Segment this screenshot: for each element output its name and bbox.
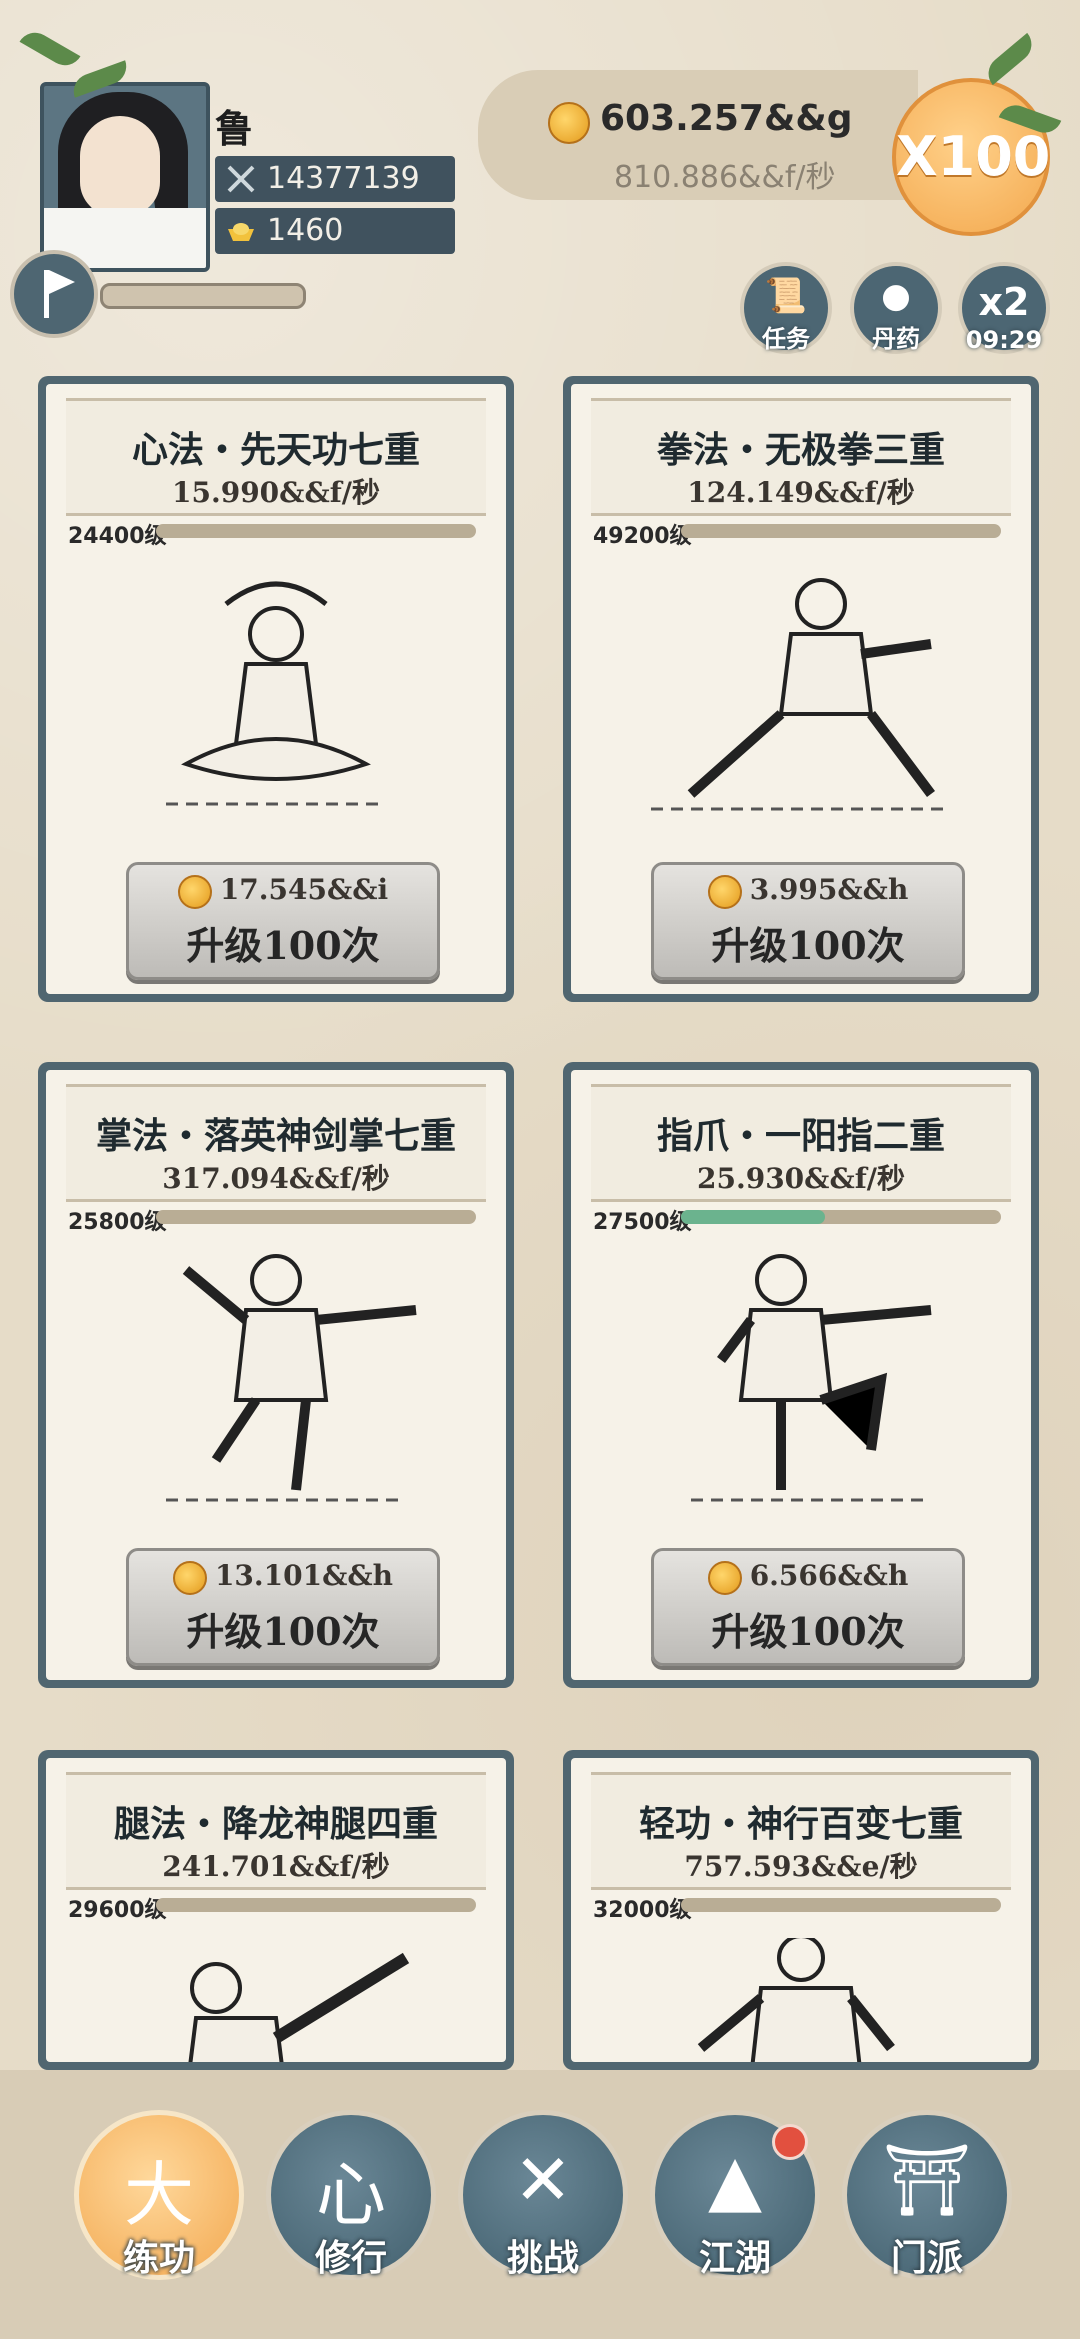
skill-rate: 757.593&&e/秒 bbox=[684, 1850, 918, 1883]
skill-level: 32000级 bbox=[593, 1898, 692, 1923]
level-progress-bar bbox=[681, 524, 1001, 538]
heart-calligraphy-icon: 心 bbox=[316, 2154, 386, 2236]
nav-label: 江湖 bbox=[698, 2237, 771, 2279]
task-button[interactable]: 📜 任务 bbox=[740, 262, 832, 354]
avatar[interactable] bbox=[40, 82, 210, 272]
pill-icon: ● bbox=[881, 276, 911, 316]
player-name: 鲁 bbox=[215, 106, 254, 151]
skill-card: 轻功・神行百变七重 757.593&&e/秒 32000级 bbox=[563, 1750, 1039, 2070]
fist-stance-figure-icon bbox=[651, 578, 951, 811]
crossed-swords-icon: ✕ bbox=[513, 2139, 573, 2221]
skill-title: 掌法・落英神剑掌七重 bbox=[95, 1115, 456, 1157]
upgrade-label: 升级100次 bbox=[711, 923, 905, 968]
ingot-stat: 1460 bbox=[215, 208, 455, 254]
gold-amount: 603.257&&g bbox=[600, 98, 853, 139]
upgrade-label: 升级100次 bbox=[186, 1609, 380, 1654]
gold-rate: 810.886&&f/秒 bbox=[614, 160, 836, 195]
meditating-figure-icon bbox=[166, 581, 386, 806]
level-progress-bar bbox=[156, 1898, 476, 1912]
level-progress-bar bbox=[681, 1210, 1001, 1224]
skill-rate: 124.149&&f/秒 bbox=[687, 476, 915, 509]
skill-title: 指爪・一阳指二重 bbox=[656, 1115, 945, 1157]
skill-level: 29600级 bbox=[68, 1898, 167, 1923]
skill-level: 24400级 bbox=[68, 524, 167, 549]
gate-icon: ⛩ bbox=[882, 2139, 972, 2221]
nav-challenge[interactable]: ✕ 挑战 bbox=[458, 2110, 628, 2280]
level-progress-bar bbox=[681, 1898, 1001, 1912]
level-progress-bar bbox=[156, 524, 476, 538]
exp-bar bbox=[100, 283, 306, 309]
palm-stance-figure-icon bbox=[166, 1254, 417, 1502]
skill-title: 腿法・降龙神腿四重 bbox=[113, 1803, 438, 1845]
upgrade-cost: 13.101&&h bbox=[214, 1559, 394, 1592]
nav-label: 练功 bbox=[122, 2237, 195, 2279]
gold-ingot-icon bbox=[228, 223, 254, 241]
skill-title: 心法・先天功七重 bbox=[131, 429, 420, 471]
gold-coin-icon bbox=[707, 874, 742, 909]
upgrade-cost: 6.566&&h bbox=[749, 1559, 909, 1592]
nav-sect[interactable]: ⛩ 门派 bbox=[842, 2110, 1012, 2280]
upgrade-button[interactable]: 17.545&&i 升级100次 bbox=[126, 862, 440, 980]
gold-coin-icon bbox=[172, 1560, 207, 1595]
upgrade-cost: 17.545&&i bbox=[219, 873, 389, 906]
level-progress-bar bbox=[156, 1210, 476, 1224]
upgrade-label: 升级100次 bbox=[711, 1609, 905, 1654]
scroll-icon: 📜 bbox=[764, 276, 808, 316]
gold-coin-icon bbox=[707, 1560, 742, 1595]
skill-rate: 317.094&&f/秒 bbox=[162, 1162, 390, 1195]
upgrade-label: 升级100次 bbox=[186, 923, 380, 968]
running-figure-icon bbox=[697, 1938, 895, 2062]
skill-level: 49200级 bbox=[593, 524, 692, 549]
gold-coin-icon bbox=[177, 874, 212, 909]
task-label: 任务 bbox=[762, 325, 810, 353]
martial-figure-icon: 大 bbox=[124, 2154, 194, 2236]
power-stat: 14377139 bbox=[215, 156, 455, 202]
nav-label: 挑战 bbox=[506, 2237, 579, 2279]
ingot-value: 1460 bbox=[267, 213, 344, 248]
gold-coin-icon bbox=[548, 102, 590, 144]
flag-button[interactable] bbox=[10, 250, 98, 338]
skill-card: 拳法・无极拳三重 124.149&&f/秒 49200级 3.995&&h 升级… bbox=[563, 376, 1039, 1002]
power-value: 14377139 bbox=[267, 161, 420, 196]
upgrade-button[interactable]: 3.995&&h 升级100次 bbox=[651, 862, 965, 980]
crossed-swords-icon bbox=[227, 165, 255, 193]
skill-level: 25800级 bbox=[68, 1210, 167, 1235]
skill-title: 轻功・神行百变七重 bbox=[638, 1803, 963, 1845]
skill-level: 27500级 bbox=[593, 1210, 692, 1235]
upgrade-cost: 3.995&&h bbox=[749, 873, 909, 906]
multiplier-button[interactable]: X100 bbox=[892, 78, 1050, 236]
nav-cultivate[interactable]: 心 修行 bbox=[266, 2110, 436, 2280]
skill-card: 掌法・落英神剑掌七重 317.094&&f/秒 25800级 13.101&&h… bbox=[38, 1062, 514, 1688]
finger-stance-figure-icon bbox=[691, 1254, 932, 1502]
nav-label: 门派 bbox=[890, 2237, 963, 2279]
skill-title: 拳法・无极拳三重 bbox=[656, 429, 945, 471]
skill-rate: 15.990&&f/秒 bbox=[172, 476, 380, 509]
skill-rate: 241.701&&f/秒 bbox=[162, 1850, 390, 1883]
notification-badge bbox=[772, 2124, 808, 2160]
upgrade-button[interactable]: 6.566&&h 升级100次 bbox=[651, 1548, 965, 1666]
skill-card: 心法・先天功七重 15.990&&f/秒 24400级 17.545&&i 升级… bbox=[38, 376, 514, 1002]
kick-stance-figure-icon bbox=[188, 1952, 410, 2062]
skill-rate: 25.930&&f/秒 bbox=[697, 1162, 905, 1195]
nav-label: 修行 bbox=[314, 2237, 387, 2279]
skill-card: 指爪・一阳指二重 25.930&&f/秒 27500级 6.566&&h 升级1… bbox=[563, 1062, 1039, 1688]
skill-card: 腿法・降龙神腿四重 241.701&&f/秒 29600级 bbox=[38, 1750, 514, 2070]
upgrade-button[interactable]: 13.101&&h 升级100次 bbox=[126, 1548, 440, 1666]
boost-button[interactable]: x2 09:29 bbox=[958, 262, 1050, 354]
nav-practice[interactable]: 大 练功 bbox=[74, 2110, 244, 2280]
pill-label: 丹药 bbox=[872, 325, 920, 353]
pill-button[interactable]: ● 丹药 bbox=[850, 262, 942, 354]
boost-timer: 09:29 bbox=[965, 326, 1043, 354]
boost-label: x2 bbox=[978, 280, 1030, 324]
